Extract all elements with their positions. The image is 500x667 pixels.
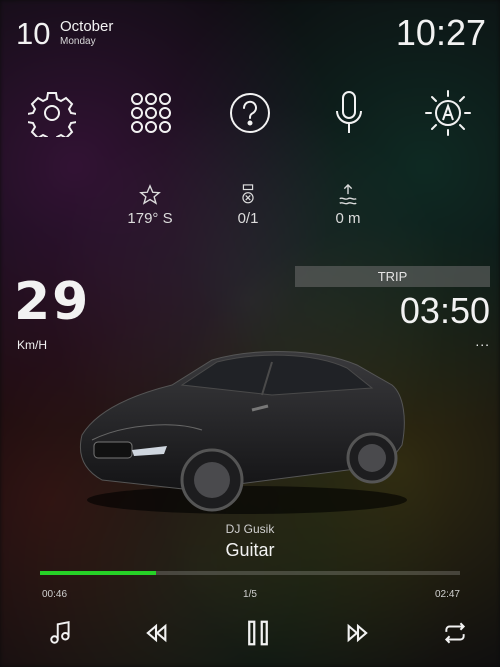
track-title: Guitar bbox=[225, 540, 275, 560]
satellite-icon bbox=[242, 184, 254, 204]
help-button[interactable] bbox=[225, 88, 275, 138]
track-index: 1/5 bbox=[243, 589, 257, 600]
music-library-button[interactable] bbox=[44, 616, 78, 650]
progress-bar[interactable] bbox=[40, 571, 460, 575]
date-day: 10 bbox=[16, 16, 51, 51]
microphone-icon bbox=[336, 91, 362, 133]
heading-stat: 179° S bbox=[105, 184, 195, 227]
repeat-icon bbox=[444, 622, 466, 644]
apps-grid-icon bbox=[131, 93, 171, 133]
pause-button[interactable] bbox=[241, 616, 275, 650]
date-weekday: Monday bbox=[60, 36, 96, 47]
help-icon bbox=[230, 93, 270, 133]
heading-value: 179° S bbox=[127, 210, 173, 227]
pause-icon bbox=[248, 620, 268, 646]
apps-button[interactable] bbox=[126, 88, 176, 138]
rewind-icon bbox=[146, 623, 167, 643]
rewind-button[interactable] bbox=[139, 616, 173, 650]
fast-forward-icon bbox=[347, 623, 368, 643]
fast-forward-button[interactable] bbox=[341, 616, 375, 650]
trip-button[interactable]: TRIP bbox=[295, 266, 490, 287]
total-duration: 02:47 bbox=[434, 589, 460, 600]
music-note-icon bbox=[50, 620, 70, 644]
gear-icon bbox=[28, 92, 76, 137]
repeat-button[interactable] bbox=[438, 616, 472, 650]
altitude-value: 0 m bbox=[335, 210, 361, 227]
date-month: October bbox=[60, 18, 114, 35]
star-icon bbox=[139, 184, 161, 205]
trip-more-button[interactable]: ... bbox=[475, 333, 490, 349]
brightness-button[interactable] bbox=[423, 88, 473, 138]
clock: 10:27 bbox=[395, 12, 486, 53]
car-image bbox=[79, 351, 407, 514]
trip-time: 03:50 bbox=[399, 290, 490, 331]
satellites-value: 0/1 bbox=[237, 210, 259, 227]
auto-brightness-icon bbox=[425, 90, 471, 136]
speed-unit: Km/H bbox=[17, 338, 47, 352]
track-artist: DJ Gusik bbox=[225, 522, 275, 536]
speed-value: 29 bbox=[14, 272, 91, 332]
satellites-stat: 0/1 bbox=[203, 184, 293, 227]
settings-button[interactable] bbox=[27, 88, 77, 138]
voice-button[interactable] bbox=[324, 88, 374, 138]
progress-fill bbox=[40, 571, 156, 575]
altitude-icon bbox=[339, 184, 357, 205]
altitude-stat: 0 m bbox=[303, 184, 393, 227]
